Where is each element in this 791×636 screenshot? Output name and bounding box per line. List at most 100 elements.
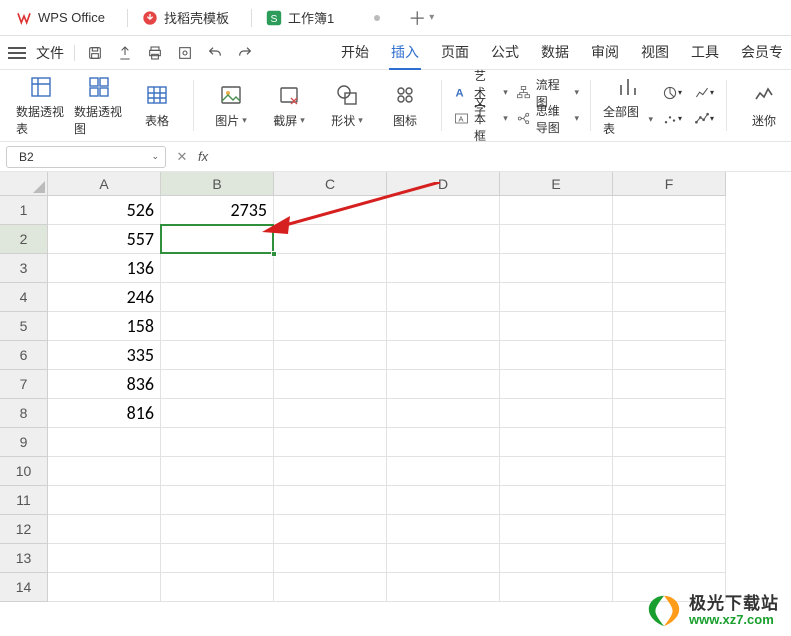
all-charts-button[interactable]: 全部图表▾: [603, 75, 653, 137]
menu-tab-start[interactable]: 开始: [341, 36, 369, 69]
cell[interactable]: [274, 225, 387, 254]
cell[interactable]: [387, 486, 500, 515]
cell[interactable]: 246: [48, 283, 161, 312]
cell[interactable]: [161, 486, 274, 515]
icon-button[interactable]: 图标: [380, 75, 430, 137]
cell[interactable]: [500, 370, 613, 399]
cell[interactable]: [274, 283, 387, 312]
cell[interactable]: [613, 544, 726, 573]
fx-label[interactable]: fx: [198, 149, 208, 164]
scatter-chart-icon[interactable]: ▾: [661, 108, 683, 130]
cell[interactable]: [48, 457, 161, 486]
cell[interactable]: [48, 515, 161, 544]
formula-input[interactable]: [216, 146, 785, 168]
cell[interactable]: [387, 225, 500, 254]
row-header[interactable]: 3: [0, 254, 48, 283]
column-header[interactable]: B: [161, 172, 274, 196]
cell[interactable]: [161, 399, 274, 428]
cell[interactable]: [613, 428, 726, 457]
cell[interactable]: 816: [48, 399, 161, 428]
column-header[interactable]: C: [274, 172, 387, 196]
undo-icon[interactable]: [205, 43, 225, 63]
cell[interactable]: [161, 544, 274, 573]
cell[interactable]: [613, 486, 726, 515]
cell[interactable]: [274, 196, 387, 225]
cell[interactable]: [387, 544, 500, 573]
cell[interactable]: [274, 486, 387, 515]
cell[interactable]: [161, 370, 274, 399]
row-header[interactable]: 7: [0, 370, 48, 399]
hamburger-icon[interactable]: [8, 47, 26, 59]
column-header[interactable]: A: [48, 172, 161, 196]
cell[interactable]: [500, 573, 613, 602]
preview-icon[interactable]: [175, 43, 195, 63]
cell[interactable]: [274, 370, 387, 399]
save-icon[interactable]: [85, 43, 105, 63]
row-header[interactable]: 5: [0, 312, 48, 341]
cell[interactable]: [613, 283, 726, 312]
menu-file[interactable]: 文件: [36, 43, 64, 63]
add-tab-button[interactable]: ＋: [404, 5, 430, 31]
cell[interactable]: [161, 428, 274, 457]
menu-tab-insert[interactable]: 插入: [391, 36, 419, 69]
row-header[interactable]: 4: [0, 283, 48, 312]
cell[interactable]: [274, 254, 387, 283]
picture-button[interactable]: 图片▾: [206, 75, 256, 137]
chevron-down-icon[interactable]: ▾: [429, 12, 434, 23]
cell[interactable]: [387, 515, 500, 544]
line-chart-icon[interactable]: ▾: [693, 82, 715, 104]
mini-chart-button[interactable]: 迷你: [739, 75, 789, 137]
row-header[interactable]: 12: [0, 515, 48, 544]
cell[interactable]: [387, 254, 500, 283]
cell[interactable]: [161, 283, 274, 312]
cell[interactable]: [613, 515, 726, 544]
pivot-table-button[interactable]: 数据透视表: [16, 75, 66, 137]
row-header[interactable]: 1: [0, 196, 48, 225]
cell[interactable]: [500, 196, 613, 225]
cell[interactable]: [161, 341, 274, 370]
pivot-chart-button[interactable]: 数据透视图: [74, 75, 124, 137]
row-header[interactable]: 6: [0, 341, 48, 370]
cancel-icon[interactable]: ✕: [174, 149, 190, 165]
cell[interactable]: [613, 457, 726, 486]
cell[interactable]: [387, 341, 500, 370]
column-header[interactable]: D: [387, 172, 500, 196]
cells-area[interactable]: 5262735557136246158335836816: [48, 196, 791, 636]
cell[interactable]: [500, 225, 613, 254]
cell[interactable]: [48, 544, 161, 573]
cell[interactable]: [274, 515, 387, 544]
screenshot-button[interactable]: 截屏▾: [264, 75, 314, 137]
menu-tab-view[interactable]: 视图: [641, 36, 669, 69]
cell[interactable]: [613, 341, 726, 370]
pie-chart-icon[interactable]: ▾: [661, 82, 683, 104]
cell[interactable]: [161, 225, 274, 254]
row-header[interactable]: 8: [0, 399, 48, 428]
cell[interactable]: [274, 312, 387, 341]
cell[interactable]: [274, 457, 387, 486]
cell[interactable]: [387, 283, 500, 312]
cell[interactable]: [48, 486, 161, 515]
cell[interactable]: [613, 225, 726, 254]
redo-icon[interactable]: [235, 43, 255, 63]
cell[interactable]: [274, 399, 387, 428]
cell[interactable]: [500, 544, 613, 573]
cell[interactable]: [500, 341, 613, 370]
cell[interactable]: [613, 399, 726, 428]
cell[interactable]: [274, 428, 387, 457]
cell[interactable]: [387, 370, 500, 399]
cell[interactable]: [387, 196, 500, 225]
column-header[interactable]: E: [500, 172, 613, 196]
app-tab-template[interactable]: 找稻壳模板: [132, 3, 247, 33]
print-icon[interactable]: [145, 43, 165, 63]
row-header[interactable]: 9: [0, 428, 48, 457]
cell[interactable]: [387, 312, 500, 341]
cell[interactable]: [500, 312, 613, 341]
cell[interactable]: 158: [48, 312, 161, 341]
flowchart-button[interactable]: 流程图▾: [516, 82, 579, 104]
cell[interactable]: [387, 573, 500, 602]
menu-tab-review[interactable]: 审阅: [591, 36, 619, 69]
cell[interactable]: 526: [48, 196, 161, 225]
cell[interactable]: [387, 457, 500, 486]
cell[interactable]: [613, 254, 726, 283]
menu-tab-page[interactable]: 页面: [441, 36, 469, 69]
